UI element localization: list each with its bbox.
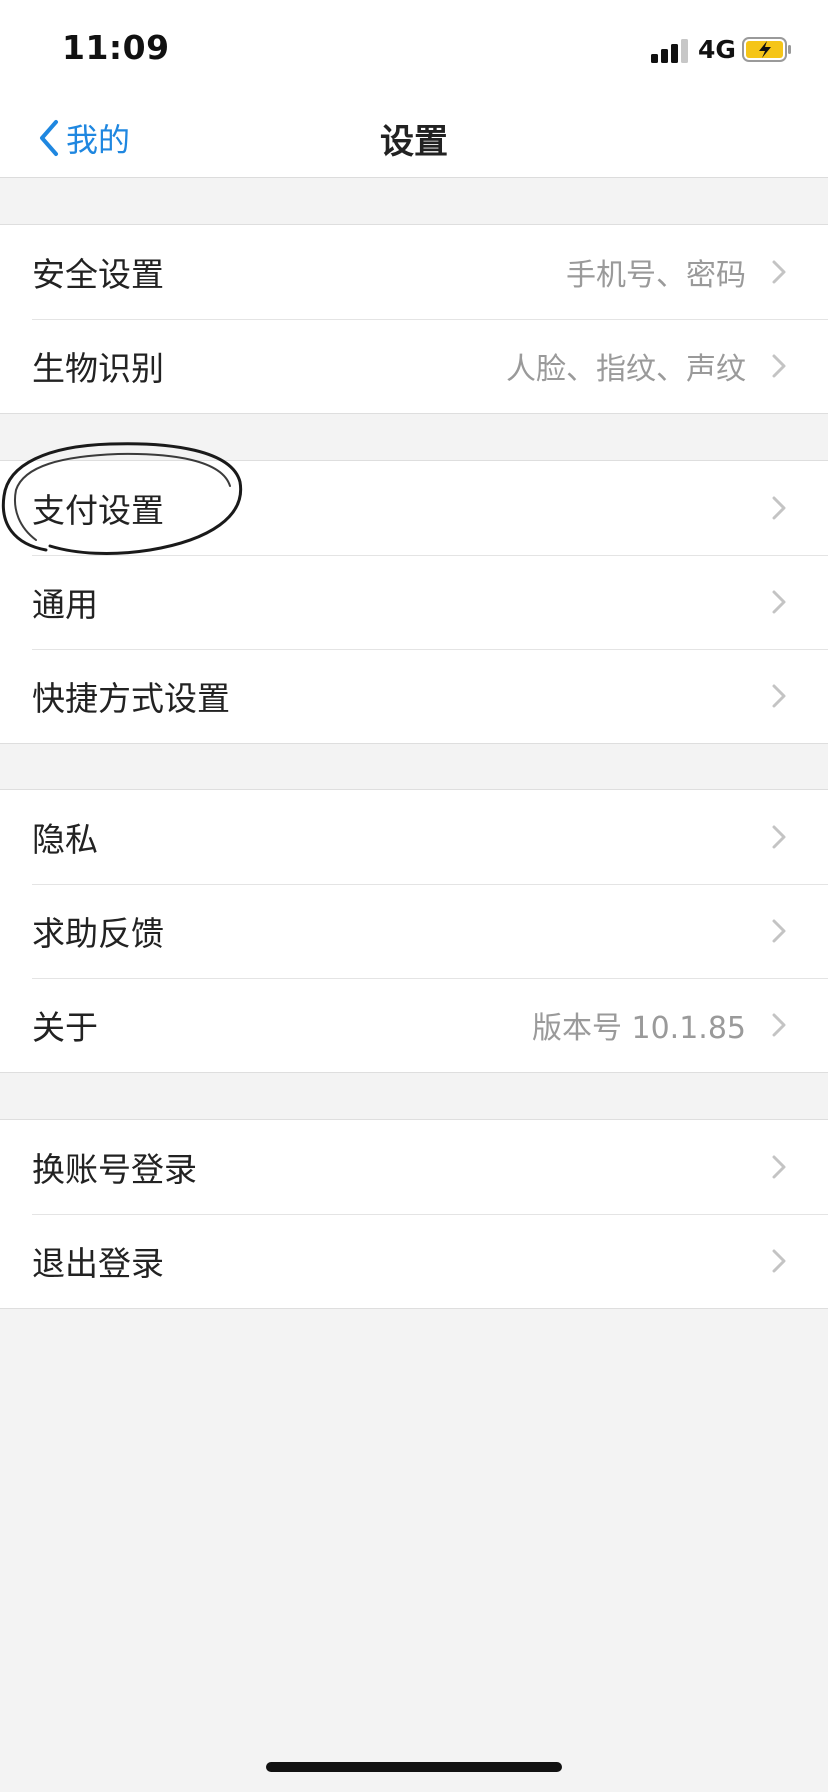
chevron-right-icon xyxy=(772,496,786,520)
chevron-right-icon xyxy=(772,825,786,849)
chevron-right-icon xyxy=(772,919,786,943)
row-value: 手机号、密码 xyxy=(566,258,746,293)
chevron-right-icon xyxy=(772,1249,786,1273)
chevron-right-icon xyxy=(772,684,786,708)
chevron-right-icon xyxy=(772,1155,786,1179)
row-label: 安全设置 xyxy=(32,255,164,294)
status-time: 11:09 xyxy=(62,28,170,67)
row-label: 快捷方式设置 xyxy=(32,679,230,718)
settings-row-security[interactable]: 安全设置 手机号、密码 xyxy=(0,225,828,319)
version-value: 版本号 10.1.85 xyxy=(531,1011,746,1046)
chevron-right-icon xyxy=(772,1013,786,1037)
settings-row-payment[interactable]: 支付设置 xyxy=(0,461,828,555)
chevron-right-icon xyxy=(772,260,786,284)
settings-row-switch-account[interactable]: 换账号登录 xyxy=(0,1120,828,1214)
row-label: 退出登录 xyxy=(32,1244,164,1283)
settings-group-payment: 支付设置 通用 快捷方式设置 xyxy=(0,460,828,744)
row-label: 求助反馈 xyxy=(32,914,164,953)
row-label: 通用 xyxy=(32,585,98,624)
row-label: 换账号登录 xyxy=(32,1150,197,1189)
settings-row-biometrics[interactable]: 生物识别 人脸、指纹、声纹 xyxy=(0,319,828,413)
home-indicator[interactable] xyxy=(266,1762,562,1772)
settings-group-info: 隐私 求助反馈 关于 版本号 10.1.85 xyxy=(0,789,828,1073)
settings-group-account: 换账号登录 退出登录 xyxy=(0,1119,828,1309)
row-label: 关于 xyxy=(32,1008,98,1047)
row-label: 支付设置 xyxy=(32,491,164,530)
settings-row-general[interactable]: 通用 xyxy=(0,555,828,649)
settings-group-security: 安全设置 手机号、密码 生物识别 人脸、指纹、声纹 xyxy=(0,224,828,414)
row-label: 生物识别 xyxy=(32,349,164,388)
status-bar: 11:09 4G xyxy=(0,0,828,98)
network-type: 4G xyxy=(698,35,736,64)
page-title: 设置 xyxy=(380,122,448,162)
settings-row-logout[interactable]: 退出登录 xyxy=(0,1214,828,1308)
chevron-right-icon xyxy=(772,590,786,614)
battery-charging-icon xyxy=(742,37,791,62)
settings-row-shortcuts[interactable]: 快捷方式设置 xyxy=(0,649,828,743)
cellular-signal-icon xyxy=(651,39,689,63)
settings-row-about[interactable]: 关于 版本号 10.1.85 xyxy=(0,978,828,1072)
settings-row-feedback[interactable]: 求助反馈 xyxy=(0,884,828,978)
navigation-bar: 我的 设置 xyxy=(0,98,828,178)
settings-row-privacy[interactable]: 隐私 xyxy=(0,790,828,884)
settings-screen: 11:09 4G 我的 设置 安全设置 手机号、密码 生物识别 人脸、指纹、声纹… xyxy=(0,0,828,1792)
chevron-right-icon xyxy=(772,354,786,378)
row-value: 人脸、指纹、声纹 xyxy=(506,352,746,387)
row-label: 隐私 xyxy=(32,820,98,859)
